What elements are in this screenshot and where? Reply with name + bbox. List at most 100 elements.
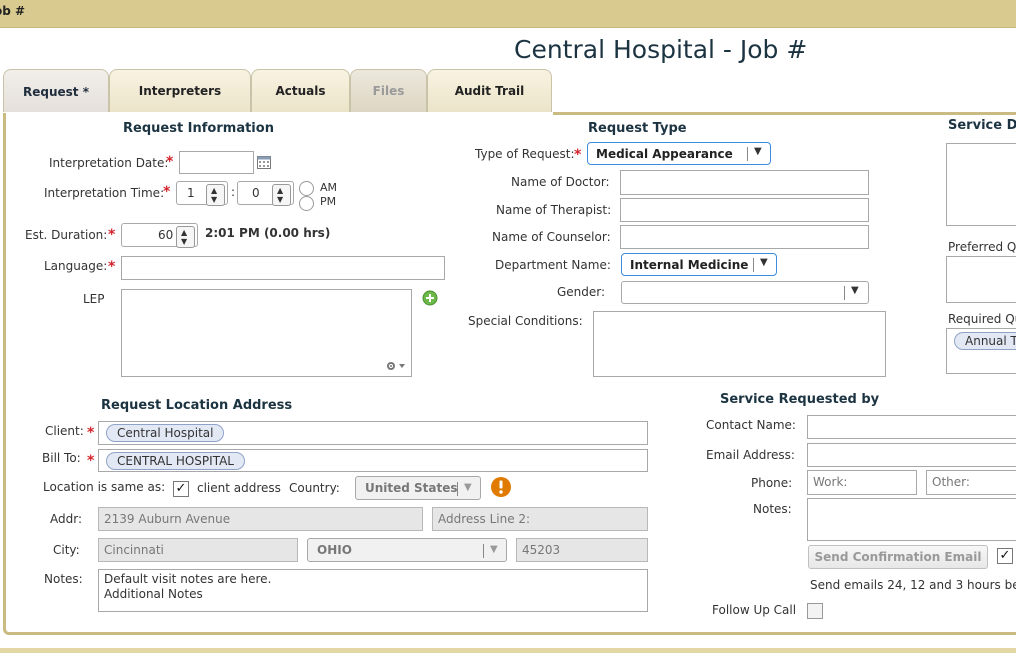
addr2-input[interactable]: Address Line 2: [432,507,648,531]
spin-down-icon[interactable]: ▼ [211,195,217,204]
spin-up-icon[interactable]: ▲ [277,186,283,195]
tab-actuals[interactable]: Actuals [251,69,350,112]
therapist-label: Name of Therapist: [496,203,612,217]
requested-by-notes-label: Notes: [753,502,792,516]
email-input[interactable] [807,443,1016,467]
spin-down-icon[interactable]: ▼ [181,237,187,246]
am-radio[interactable] [299,181,314,196]
country-value: United States [365,481,458,495]
country-label: Country: [289,481,340,495]
tab-audit-trail[interactable]: Audit Trail [427,69,552,112]
chevron-down-icon: ▼ [760,257,768,268]
am-label: AM [320,181,338,194]
calendar-icon[interactable] [257,156,271,169]
time-colon: : [231,185,236,199]
hour-spinner[interactable]: 1 ▲ ▼ [176,181,228,206]
request-info-heading: Request Information [123,121,274,136]
doctor-input[interactable] [620,170,869,195]
minute-spinner[interactable]: 0 ▲ ▼ [237,181,294,206]
client-label: Client: [45,424,84,438]
same-as-label: Location is same as: [43,480,166,494]
required-marker: * [108,227,116,243]
interp-time-label: Interpretation Time: [44,186,165,200]
required-marker: * [108,259,116,275]
department-select[interactable]: Internal Medicine ▼ [621,253,777,276]
minute-value: 0 [252,186,260,200]
hour-value: 1 [187,186,195,200]
addr-label: Addr: [50,512,82,526]
warning-icon[interactable] [490,476,512,498]
location-notes-textarea[interactable]: Default visit notes are here. Additional… [98,569,648,612]
service-details-heading: Service D [948,118,1016,133]
notes-label: Notes: [44,572,83,586]
requested-by-heading: Service Requested by [720,392,880,407]
add-circle-icon[interactable] [422,290,438,306]
duration-spinner[interactable]: 60 ▲ ▼ [121,223,198,248]
preferred-qualifications-input[interactable] [946,256,1016,303]
service-details-textarea[interactable] [946,143,1016,226]
city-input[interactable]: Cincinnati [98,538,298,562]
contact-name-label: Contact Name: [706,418,796,432]
same-as-option-label: client address [197,481,281,495]
pm-radio[interactable] [299,196,314,211]
spin-up-icon[interactable]: ▲ [181,228,187,237]
same-as-checkbox[interactable]: ✓ [173,481,189,497]
special-conditions-label: Special Conditions: [468,314,583,328]
work-phone-input[interactable]: Work: [807,470,917,495]
counselor-input[interactable] [620,225,869,249]
billto-tag[interactable]: CENTRAL HOSPITAL [106,452,245,470]
state-select[interactable]: OHIO ▼ [307,538,507,562]
contact-name-input[interactable] [807,415,1016,439]
page-title: Central Hospital - Job # [514,35,808,64]
lep-textarea[interactable] [121,289,412,377]
send-confirmation-checkbox[interactable]: ✓ [997,548,1013,564]
special-conditions-textarea[interactable] [593,311,886,377]
requested-by-notes-textarea[interactable] [807,498,1016,541]
request-type-heading: Request Type [588,121,687,136]
doctor-label: Name of Doctor: [511,175,610,189]
duration-result: 2:01 PM (0.00 hrs) [205,226,331,240]
chevron-down-icon: ▼ [851,285,859,296]
department-label: Department Name: [495,258,611,272]
lep-label: LEP [83,292,105,306]
client-tag[interactable]: Central Hospital [106,424,225,442]
bottom-bar [0,648,1016,653]
required-marker: * [574,147,582,163]
interp-date-input[interactable] [179,151,254,174]
gear-menu-icon[interactable] [386,361,408,371]
pm-label: PM [320,195,337,208]
city-label: City: [53,543,80,557]
therapist-input[interactable] [620,198,869,222]
chevron-down-icon: ▼ [754,146,762,157]
tab-files[interactable]: Files [350,69,427,112]
location-heading: Request Location Address [101,398,293,413]
send-confirmation-button[interactable]: Send Confirmation Email [808,545,988,569]
spin-up-icon[interactable]: ▲ [211,186,217,195]
interp-date-label: Interpretation Date: [49,156,169,170]
language-input[interactable] [121,256,445,280]
country-select[interactable]: United States ▼ [355,476,481,500]
qualification-tag[interactable]: Annual T [954,332,1016,350]
email-label: Email Address: [706,448,795,462]
follow-up-checkbox[interactable] [807,603,823,619]
gender-select[interactable]: ▼ [621,281,869,304]
duration-label: Est. Duration: [25,228,108,242]
required-marker: * [87,453,95,469]
follow-up-label: Follow Up Call [712,603,797,617]
gender-label: Gender: [557,285,606,299]
billto-label: Bill To: [42,451,81,465]
spin-down-icon[interactable]: ▼ [277,195,283,204]
request-type-select[interactable]: Medical Appearance ▼ [587,142,771,165]
top-bar [0,0,1016,28]
counselor-label: Name of Counselor: [492,230,611,244]
type-of-request-label: Type of Request: [475,147,575,161]
tab-request[interactable]: Request * [3,69,109,112]
language-label: Language: [44,259,108,273]
duration-value: 60 [158,228,174,242]
other-phone-input[interactable]: Other: [926,470,1016,495]
tab-interpreters[interactable]: Interpreters [109,69,251,112]
required-marker: * [87,425,95,441]
addr-input[interactable]: 2139 Auburn Avenue [98,507,423,531]
chevron-down-icon: ▼ [490,544,498,555]
zip-input[interactable]: 45203 [516,538,648,562]
